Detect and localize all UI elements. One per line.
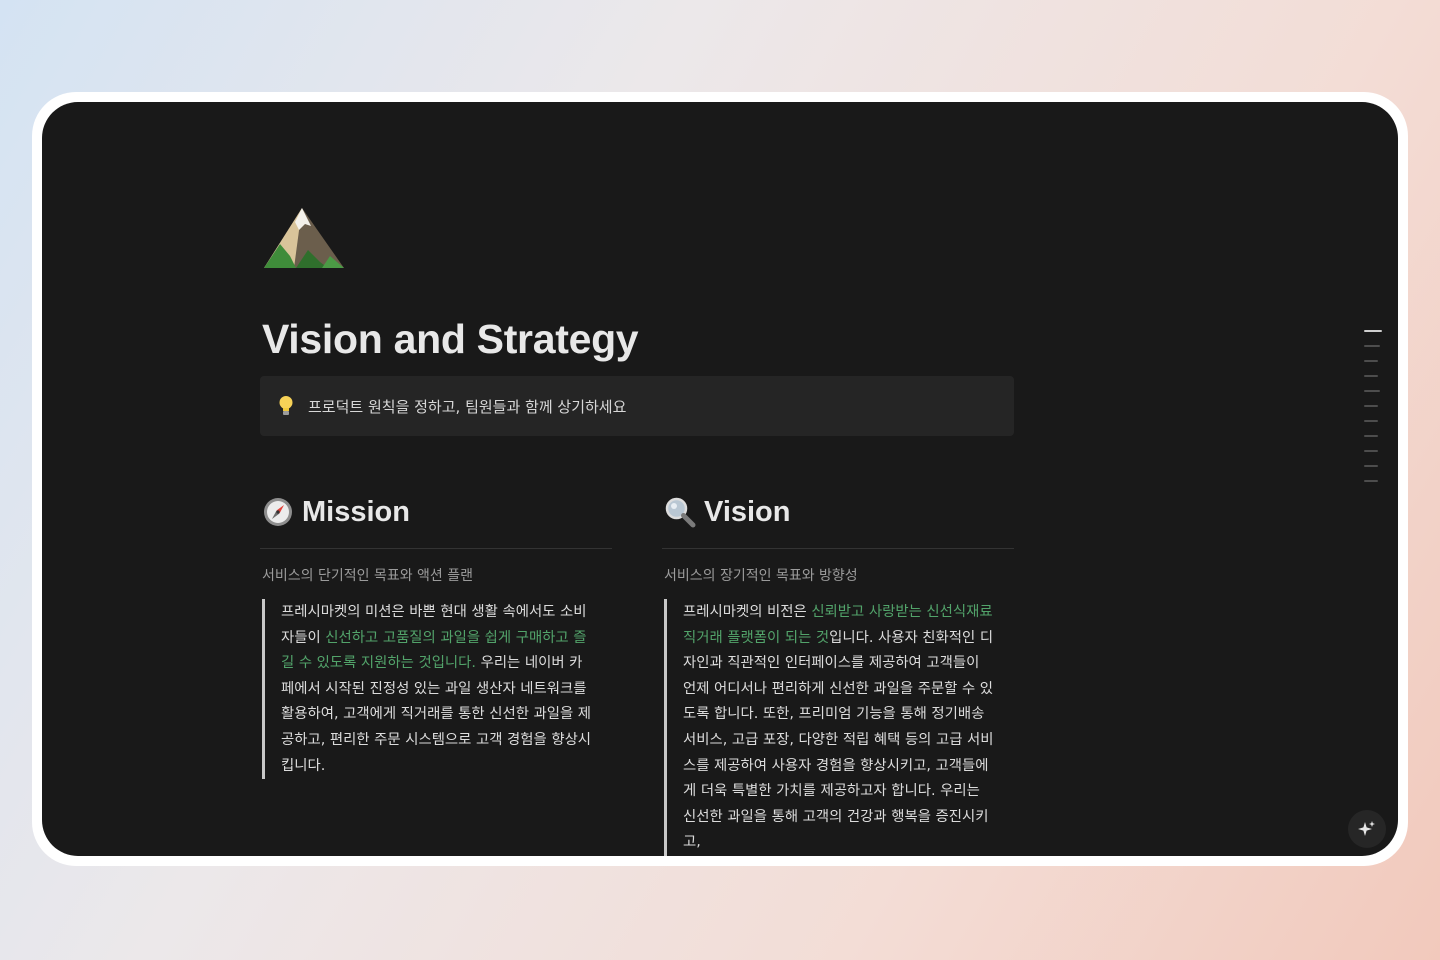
toc-mark[interactable] (1364, 480, 1378, 482)
notion-page: Vision and Strategy 프로덕트 원칙을 정하고, 팀원들과 함… (42, 102, 1398, 856)
vision-column: Vision 서비스의 장기적인 목표와 방향성 프레시마켓의 비전은 신뢰받고… (662, 492, 1014, 856)
sparkle-icon (1358, 821, 1375, 836)
compass-icon (264, 498, 292, 526)
toc-mark[interactable] (1364, 450, 1378, 452)
toc-mark[interactable] (1364, 360, 1378, 362)
lightbulb-icon (278, 395, 296, 417)
mission-heading[interactable]: Mission (260, 492, 612, 532)
callout-text: 프로덕트 원칙을 정하고, 팀원들과 함께 상기하세요 (308, 397, 627, 416)
mission-title: Mission (302, 495, 410, 528)
mission-column: Mission 서비스의 단기적인 목표와 액션 플랜 프레시마켓의 미션은 바… (260, 492, 612, 780)
vision-title: Vision (704, 495, 791, 528)
toc-mark[interactable] (1364, 420, 1378, 422)
toc-mark[interactable] (1364, 390, 1380, 392)
mountain-icon[interactable] (262, 204, 346, 270)
magnifier-icon (665, 497, 696, 528)
ai-assistant-button[interactable] (1348, 810, 1386, 848)
toc-mark[interactable] (1364, 405, 1378, 407)
vision-heading[interactable]: Vision (662, 492, 1014, 532)
mission-subtitle: 서비스의 단기적인 목표와 액션 플랜 (262, 568, 473, 584)
mission-body-text-end: 우리는 네이버 카페에서 시작된 진정성 있는 과일 생산자 네트워크를 활용하… (281, 655, 592, 774)
toc-mark[interactable] (1364, 330, 1382, 332)
mission-quote[interactable]: 프레시마켓의 미션은 바쁜 현대 생활 속에서도 소비자들이 신선하고 고품질의… (262, 599, 612, 780)
vision-subtitle: 서비스의 장기적인 목표와 방향성 (664, 568, 858, 584)
vision-body-text: 프레시마켓의 비전은 (683, 604, 812, 620)
mission-divider (260, 548, 612, 549)
toc-mark[interactable] (1364, 435, 1378, 437)
callout[interactable]: 프로덕트 원칙을 정하고, 팀원들과 함께 상기하세요 (260, 376, 1014, 436)
toc-mark[interactable] (1364, 345, 1380, 347)
toc-mark[interactable] (1364, 375, 1378, 377)
vision-body-text-end: 입니다. 사용자 친화적인 디자인과 직관적인 인터페이스를 제공하여 고객들이… (683, 629, 994, 851)
page-title[interactable]: Vision and Strategy (262, 316, 639, 363)
vision-divider (662, 548, 1014, 549)
vision-quote[interactable]: 프레시마켓의 비전은 신뢰받고 사랑받는 신선식재료 직거래 플랫폼이 되는 것… (664, 599, 1014, 856)
table-of-contents[interactable] (1364, 330, 1384, 495)
toc-mark[interactable] (1364, 465, 1378, 467)
